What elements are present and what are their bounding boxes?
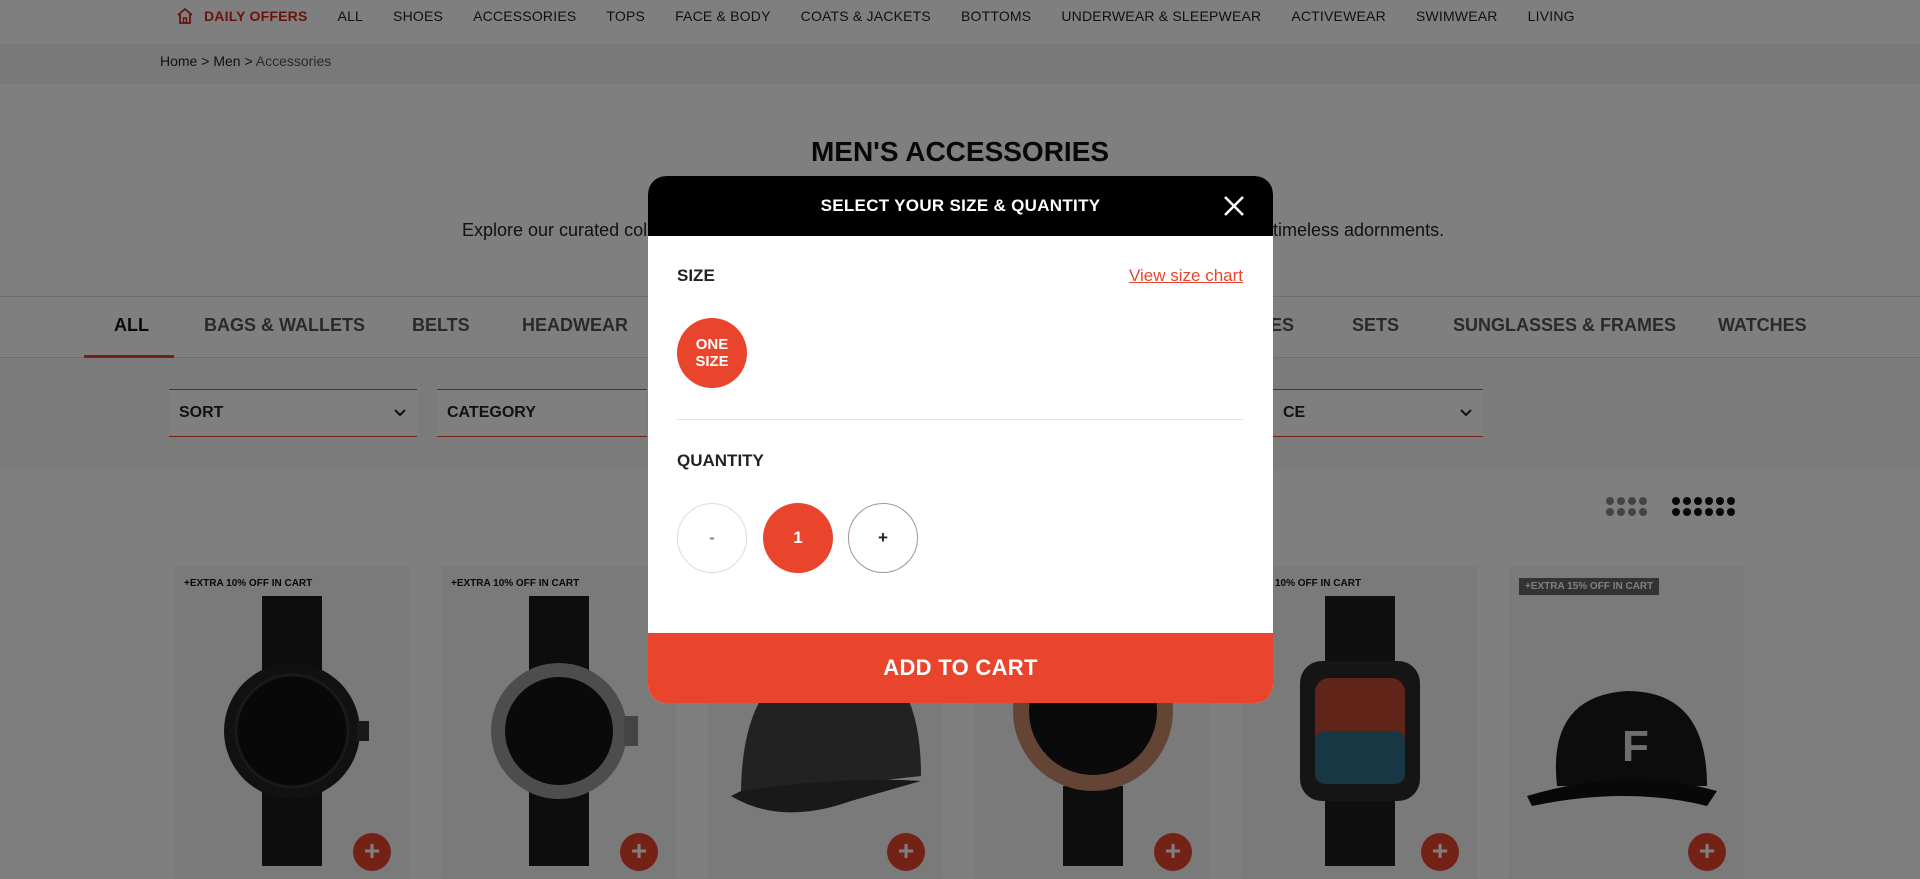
- size-quantity-modal: SELECT YOUR SIZE & QUANTITY SIZE View si…: [648, 176, 1273, 703]
- quantity-label: QUANTITY: [677, 451, 764, 470]
- quantity-value: 1: [763, 503, 833, 573]
- size-option-label: ONE SIZE: [695, 336, 729, 370]
- modal-title: SELECT YOUR SIZE & QUANTITY: [820, 196, 1101, 215]
- quantity-increase-button[interactable]: +: [848, 503, 918, 573]
- close-icon[interactable]: [1221, 193, 1247, 219]
- size-option-one-size[interactable]: ONE SIZE: [677, 318, 747, 388]
- modal-header: SELECT YOUR SIZE & QUANTITY: [648, 176, 1273, 236]
- quantity-decrease-button[interactable]: -: [677, 503, 747, 573]
- add-to-cart-button[interactable]: ADD TO CART: [648, 633, 1273, 703]
- view-size-chart-link[interactable]: View size chart: [1129, 266, 1243, 286]
- divider: [677, 419, 1243, 420]
- size-label: SIZE: [677, 266, 715, 285]
